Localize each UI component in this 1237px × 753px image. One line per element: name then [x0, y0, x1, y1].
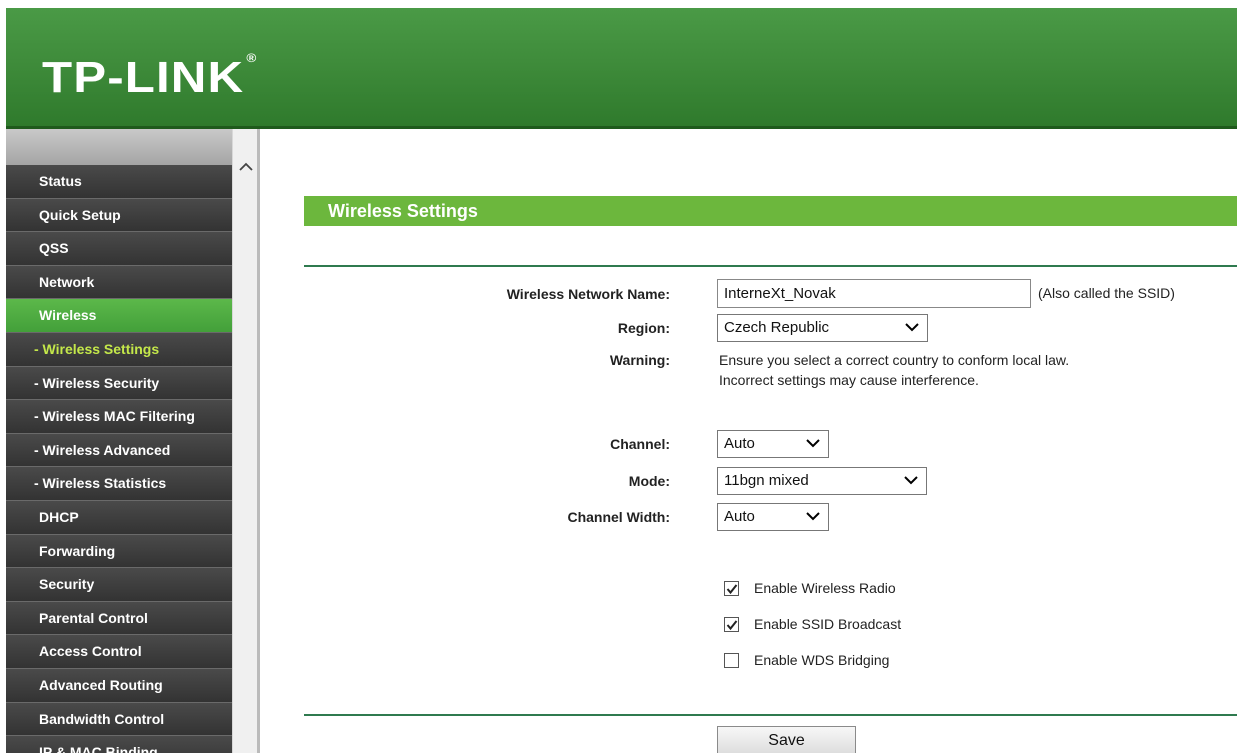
sidebar-item-parental-control[interactable]: Parental Control	[6, 601, 232, 636]
enable-ssid-broadcast-label: Enable SSID Broadcast	[754, 616, 902, 632]
mode-label: Mode:	[628, 473, 670, 489]
bottom-divider	[304, 714, 1237, 716]
sidebar-item-security[interactable]: Security	[6, 568, 232, 602]
frame-divider	[257, 129, 260, 753]
sidebar-item-network[interactable]: Network	[6, 265, 232, 300]
channel-width-select[interactable]: Auto	[717, 503, 829, 531]
sidebar: Status Quick Setup QSS Network Wireless …	[6, 129, 260, 753]
sidebar-menu: Status Quick Setup QSS Network Wireless …	[6, 165, 232, 753]
channel-select[interactable]: Auto	[717, 430, 829, 458]
sidebar-item-status[interactable]: Status	[6, 165, 232, 199]
checkmark-icon	[726, 620, 738, 631]
chevron-down-icon	[806, 431, 820, 448]
sidebar-item-forwarding[interactable]: Forwarding	[6, 534, 232, 569]
warning-text-line2: Incorrect settings may cause interferenc…	[719, 372, 979, 388]
chevron-down-icon	[905, 315, 919, 332]
warning-text-line1: Ensure you select a correct country to c…	[719, 352, 1070, 368]
main-content: Wireless Settings Wireless Network Name:…	[262, 129, 1237, 753]
sidebar-item-wireless-statistics[interactable]: - Wireless Statistics	[6, 467, 232, 501]
channel-width-label: Channel Width:	[567, 509, 670, 525]
top-divider	[304, 265, 1237, 267]
sidebar-top-bar	[6, 129, 232, 165]
chevron-down-icon	[806, 504, 820, 521]
enable-wireless-radio-checkbox[interactable]	[724, 581, 739, 596]
chevron-up-icon[interactable]	[239, 159, 253, 177]
tp-link-logo: TP-LINK ®	[42, 51, 258, 102]
sidebar-item-wireless[interactable]: Wireless	[6, 299, 232, 333]
registered-mark: ®	[246, 51, 258, 66]
sidebar-item-bandwidth-control[interactable]: Bandwidth Control	[6, 702, 232, 737]
sidebar-item-access-control[interactable]: Access Control	[6, 635, 232, 669]
ssid-label: Wireless Network Name:	[506, 286, 670, 302]
warning-label: Warning:	[609, 352, 670, 368]
chevron-down-icon	[904, 468, 918, 485]
ssid-note: (Also called the SSID)	[1038, 285, 1175, 301]
sidebar-item-wireless-security[interactable]: - Wireless Security	[6, 366, 232, 401]
ssid-input[interactable]	[717, 279, 1031, 308]
header-banner: TP-LINK ®	[6, 8, 1237, 126]
enable-wds-bridging-label: Enable WDS Bridging	[754, 652, 890, 668]
enable-wireless-radio-label: Enable Wireless Radio	[754, 580, 896, 596]
enable-wds-bridging-checkbox[interactable]	[724, 653, 739, 668]
sidebar-item-ip-mac-binding[interactable]: IP & MAC Binding	[6, 736, 232, 753]
sidebar-item-wireless-settings[interactable]: - Wireless Settings	[6, 332, 232, 367]
sidebar-item-wireless-advanced[interactable]: - Wireless Advanced	[6, 433, 232, 468]
sidebar-item-dhcp[interactable]: DHCP	[6, 500, 232, 535]
sidebar-item-qss[interactable]: QSS	[6, 232, 232, 266]
save-button[interactable]: Save	[717, 726, 856, 753]
channel-label: Channel:	[610, 436, 670, 452]
sidebar-scrollbar[interactable]	[232, 129, 260, 753]
checkmark-icon	[726, 584, 738, 595]
mode-select[interactable]: 11bgn mixed	[717, 467, 927, 495]
sidebar-item-wireless-mac-filtering[interactable]: - Wireless MAC Filtering	[6, 400, 232, 434]
enable-ssid-broadcast-checkbox[interactable]	[724, 617, 739, 632]
sidebar-item-quick-setup[interactable]: Quick Setup	[6, 198, 232, 233]
sidebar-item-advanced-routing[interactable]: Advanced Routing	[6, 668, 232, 703]
region-select[interactable]: Czech Republic	[717, 314, 928, 342]
section-title: Wireless Settings	[304, 196, 1237, 226]
region-label: Region:	[617, 320, 670, 336]
